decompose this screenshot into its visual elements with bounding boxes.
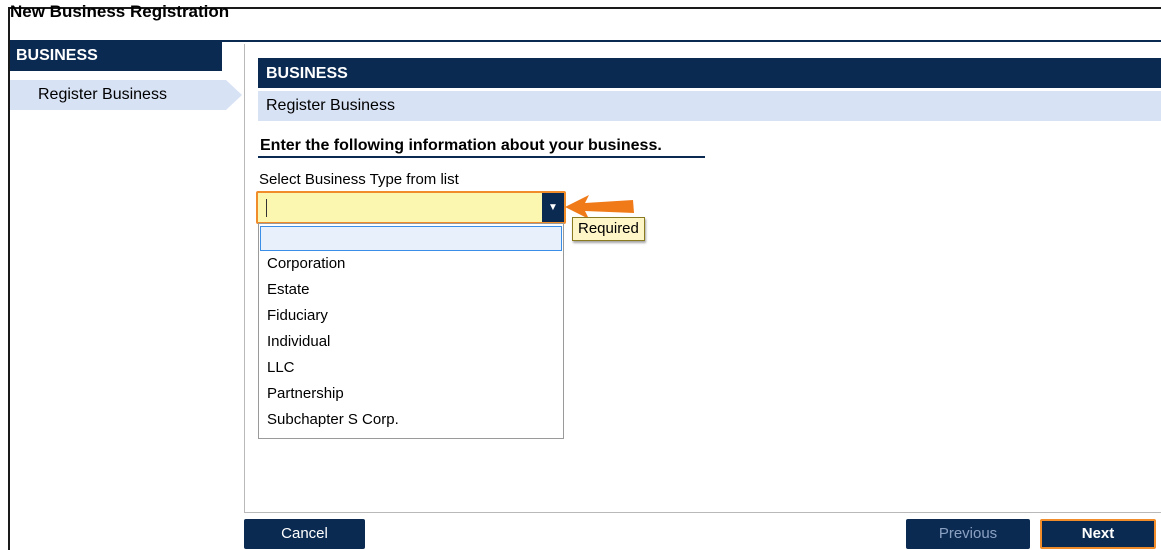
- sidebar-header: BUSINESS: [10, 41, 222, 71]
- dropdown-option[interactable]: Subchapter S Corp.: [259, 407, 563, 433]
- chevron-down-icon: ▼: [548, 202, 558, 213]
- business-type-label: Select Business Type from list: [259, 171, 459, 188]
- dropdown-option[interactable]: Partnership: [259, 381, 563, 407]
- next-button[interactable]: Next: [1040, 519, 1156, 549]
- instruction-text: Enter the following information about yo…: [260, 137, 662, 154]
- previous-button[interactable]: Previous: [906, 519, 1030, 549]
- dropdown-option[interactable]: Corporation: [259, 251, 563, 277]
- dropdown-option[interactable]: Individual: [259, 329, 563, 355]
- business-type-select[interactable]: ▼: [256, 191, 566, 224]
- dropdown-option[interactable]: LLC: [259, 355, 563, 381]
- business-type-dropdown-list: Corporation Estate Fiduciary Individual …: [258, 223, 564, 439]
- instruction-underline: [258, 156, 705, 158]
- text-cursor: [266, 199, 267, 217]
- required-tooltip: Required: [572, 217, 645, 241]
- sub-header: Register Business: [258, 91, 1161, 121]
- cancel-button[interactable]: Cancel: [244, 519, 365, 549]
- dropdown-option[interactable]: Fiduciary: [259, 303, 563, 329]
- section-header: BUSINESS: [258, 58, 1161, 88]
- window-title: New Business Registration: [10, 2, 230, 21]
- sidebar-item-register-business[interactable]: Register Business: [10, 80, 242, 110]
- dropdown-option-blank[interactable]: [260, 226, 562, 251]
- dropdown-option[interactable]: Estate: [259, 277, 563, 303]
- dropdown-toggle-button[interactable]: ▼: [542, 193, 564, 222]
